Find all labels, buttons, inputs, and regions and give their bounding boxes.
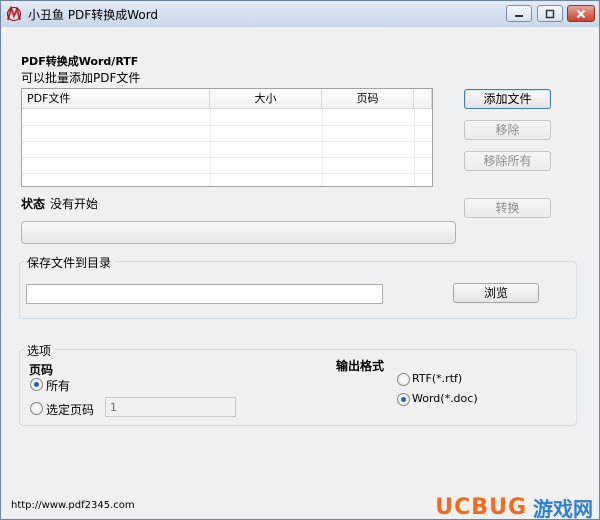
convert-button[interactable]: 转换 bbox=[464, 198, 551, 218]
close-icon bbox=[576, 9, 586, 18]
status-bar: http://www.pdf2345.com UCBUG 游戏网 bbox=[1, 493, 599, 520]
column-header-pdf-file[interactable]: PDF文件 bbox=[22, 89, 210, 109]
table-header: PDF文件 大小 页码 bbox=[22, 89, 432, 109]
table-row bbox=[22, 126, 432, 142]
maximize-icon bbox=[545, 9, 555, 18]
selected-pages-input[interactable] bbox=[105, 397, 236, 417]
options-label: 选项 bbox=[24, 342, 55, 359]
save-directory-label: 保存文件到目录 bbox=[24, 254, 115, 271]
all-pages-label: 所有 bbox=[46, 379, 71, 393]
files-subheading: 可以批量添加PDF文件 bbox=[21, 71, 141, 85]
selected-pages-radio[interactable] bbox=[30, 402, 43, 415]
status-value: 没有开始 bbox=[50, 197, 99, 211]
table-row bbox=[22, 142, 432, 158]
pages-heading: 页码 bbox=[29, 363, 54, 377]
client-area: PDF转换成Word/RTF 可以批量添加PDF文件 PDF文件 大小 页码 添… bbox=[7, 31, 593, 515]
selected-pages-label: 选定页码 bbox=[46, 403, 95, 417]
remove-all-button[interactable]: 移除所有 bbox=[464, 151, 551, 171]
app-pdf-icon bbox=[7, 6, 21, 21]
minimize-button[interactable] bbox=[506, 5, 532, 22]
rtf-format-label: RTF(*.rtf) bbox=[412, 372, 463, 385]
column-divider bbox=[210, 109, 211, 186]
remove-button[interactable]: 移除 bbox=[464, 120, 551, 140]
all-pages-radio[interactable] bbox=[30, 378, 43, 391]
watermark-brand-latin: UCBUG bbox=[435, 494, 527, 520]
conversion-progress-bar bbox=[21, 221, 456, 244]
table-row bbox=[22, 110, 432, 126]
title-bar[interactable]: 小丑鱼 PDF转换成Word bbox=[1, 1, 599, 27]
files-heading: PDF转换成Word/RTF bbox=[21, 55, 139, 68]
column-header-pages[interactable]: 页码 bbox=[322, 89, 414, 109]
file-list-table[interactable]: PDF文件 大小 页码 bbox=[21, 88, 433, 187]
options-group bbox=[19, 349, 577, 426]
browse-button[interactable]: 浏览 bbox=[453, 283, 539, 303]
output-format-heading: 输出格式 bbox=[336, 359, 385, 373]
table-row bbox=[22, 174, 432, 186]
column-divider bbox=[414, 109, 415, 186]
column-header-filler bbox=[414, 89, 432, 109]
column-header-size[interactable]: 大小 bbox=[210, 89, 322, 109]
minimize-icon bbox=[515, 14, 523, 17]
add-file-button[interactable]: 添加文件 bbox=[464, 89, 551, 109]
column-divider bbox=[322, 109, 323, 186]
maximize-button[interactable] bbox=[537, 5, 563, 22]
save-directory-input[interactable] bbox=[26, 284, 383, 304]
status-label: 状态 bbox=[21, 197, 46, 211]
ucbug-watermark-logo: UCBUG 游戏网 bbox=[435, 494, 593, 520]
website-link[interactable]: http://www.pdf2345.com bbox=[11, 500, 135, 511]
app-window: 小丑鱼 PDF转换成Word PDF转换成Word/RTF 可以批量添加PDF文… bbox=[0, 0, 600, 520]
word-format-radio[interactable] bbox=[397, 393, 410, 406]
close-button[interactable] bbox=[567, 5, 595, 22]
watermark-brand-cn: 游戏网 bbox=[533, 496, 593, 520]
window-title: 小丑鱼 PDF转换成Word bbox=[28, 8, 159, 22]
word-format-label: Word(*.doc) bbox=[412, 392, 478, 405]
rtf-format-radio[interactable] bbox=[397, 373, 410, 386]
table-row bbox=[22, 158, 432, 174]
